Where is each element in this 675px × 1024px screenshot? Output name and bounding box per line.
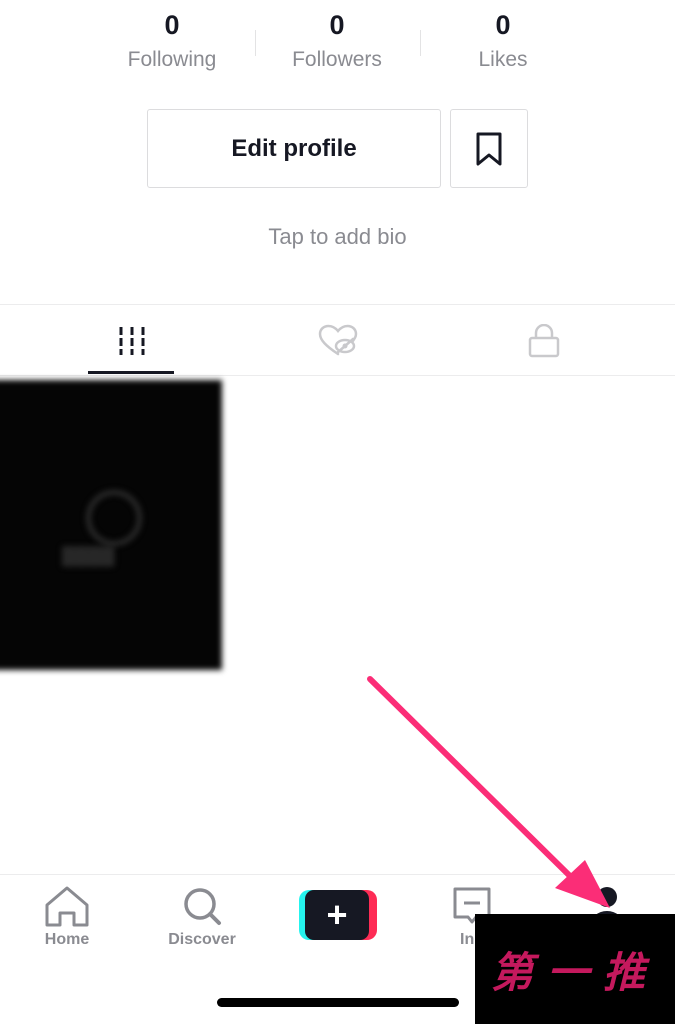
- following-stat[interactable]: 0 Following: [97, 8, 247, 75]
- following-count: 0: [164, 10, 180, 40]
- tab-videos[interactable]: [19, 305, 244, 377]
- active-tab-indicator: [88, 371, 174, 374]
- profile-tabs: [0, 304, 675, 376]
- watermark-text: 第一推: [490, 947, 659, 997]
- stat-divider: [420, 30, 421, 56]
- home-icon: [45, 886, 89, 927]
- nav-home[interactable]: Home: [7, 885, 127, 949]
- followers-count: 0: [329, 10, 345, 40]
- home-indicator: [217, 998, 459, 1007]
- plus-icon: +: [305, 890, 369, 940]
- bookmark-icon: [476, 132, 502, 165]
- tab-private[interactable]: [431, 305, 656, 377]
- followers-label: Followers: [292, 48, 382, 71]
- following-label: Following: [127, 48, 217, 71]
- likes-count: 0: [495, 10, 511, 40]
- videos-grid-icon: [119, 327, 144, 355]
- favorites-button[interactable]: [450, 109, 528, 188]
- nav-home-label: Home: [44, 931, 90, 948]
- likes-label: Likes: [478, 48, 528, 71]
- lock-icon: [528, 324, 559, 358]
- followers-stat[interactable]: 0 Followers: [262, 8, 412, 75]
- edit-profile-label: Edit profile: [231, 134, 357, 162]
- create-button[interactable]: +: [299, 890, 377, 940]
- liked-hidden-icon: [318, 324, 357, 356]
- edit-profile-button[interactable]: Edit profile: [147, 109, 441, 188]
- tab-liked[interactable]: [225, 305, 450, 377]
- stat-divider: [255, 30, 256, 56]
- play-icon: [86, 490, 142, 546]
- likes-stat[interactable]: 0 Likes: [428, 8, 578, 75]
- bio-placeholder[interactable]: Tap to add bio: [0, 224, 675, 250]
- view-count-blurred: ▓▓▓▓: [62, 545, 115, 565]
- search-icon: [184, 888, 221, 925]
- nav-discover-label: Discover: [168, 931, 236, 948]
- nav-discover[interactable]: Discover: [142, 885, 262, 949]
- watermark: 第一推: [475, 914, 675, 1024]
